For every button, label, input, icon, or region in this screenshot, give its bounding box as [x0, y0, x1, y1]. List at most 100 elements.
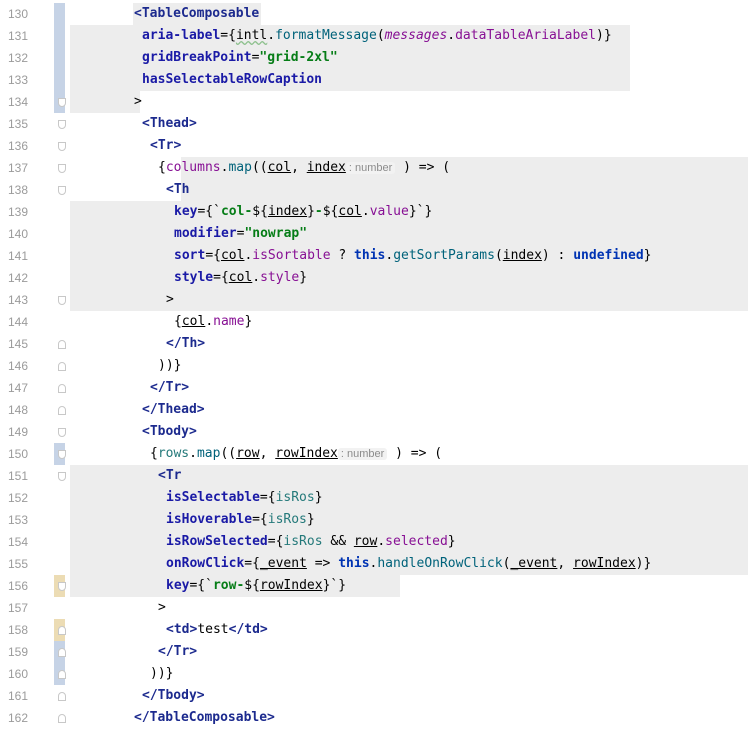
code-line[interactable]: > [134, 91, 142, 113]
line-number: 146 [7, 359, 28, 373]
code-line[interactable]: {columns.map((col, index: number ) => ( [158, 157, 450, 179]
code-line[interactable]: modifier="nowrap" [174, 223, 307, 245]
line-number: 151 [7, 469, 28, 483]
code-line[interactable]: {col.name} [174, 311, 252, 333]
code-line[interactable]: > [158, 597, 166, 619]
code-line[interactable]: <Thead> [142, 113, 197, 135]
fold-marker-icon[interactable] [58, 98, 66, 107]
fold-marker-icon[interactable] [58, 670, 66, 679]
code-line[interactable]: isRowSelected={isRos && row.selected} [166, 531, 456, 553]
code-token: </Th> [166, 336, 206, 351]
line-number-gutter: 130 131 132 133 134 135 136 137 138 139 140 141 142 1… [0, 0, 66, 734]
code-line[interactable]: isHoverable={isRos} [166, 509, 315, 531]
code-token: index [306, 160, 346, 175]
fold-marker-icon[interactable] [58, 450, 66, 459]
fold-marker-icon[interactable] [58, 384, 66, 393]
fold-marker-icon[interactable] [58, 406, 66, 415]
code-token: _event [259, 556, 307, 571]
code-line[interactable]: <Th [166, 179, 189, 201]
code-token: ( [376, 28, 385, 43]
code-line[interactable]: </Tbody> [142, 685, 205, 707]
fold-marker-icon[interactable] [58, 164, 66, 173]
code-token: => [306, 556, 339, 571]
code-line[interactable]: key={`row-${rowIndex}`} [166, 575, 346, 597]
code-line[interactable]: <Tr [158, 465, 181, 487]
code-line[interactable]: <Tr> [150, 135, 181, 157]
code-token: . [385, 248, 394, 263]
code-token: > [166, 292, 174, 307]
code-token: row [236, 446, 260, 461]
line-number: 139 [7, 205, 28, 219]
code-token: _event [510, 556, 558, 571]
line-number: 158 [7, 623, 28, 637]
code-token: rowIndex [573, 556, 636, 571]
fold-marker-icon[interactable] [58, 142, 66, 151]
fold-marker-icon[interactable] [58, 340, 66, 349]
code-token: rowIndex [275, 446, 338, 461]
code-line[interactable]: sort={col.isSortable ? this.getSortParam… [174, 245, 652, 267]
code-token: } [307, 204, 315, 219]
fold-marker-icon[interactable] [58, 648, 66, 657]
code-line[interactable]: key={`col-${index}-${col.value}`} [174, 201, 432, 223]
code-token: intl [235, 28, 268, 43]
code-line[interactable]: </Thead> [142, 399, 205, 421]
code-line[interactable]: </Tr> [150, 377, 189, 399]
code-token: row [353, 534, 378, 549]
code-line[interactable]: gridBreakPoint="grid-2xl" [142, 47, 338, 69]
fold-marker-icon[interactable] [58, 296, 66, 305]
code-token: formatMessage [275, 28, 377, 43]
fold-marker-icon[interactable] [58, 582, 66, 591]
line-number: 135 [7, 117, 28, 131]
code-token: selected [385, 534, 448, 549]
line-number: 156 [7, 579, 28, 593]
code-line[interactable]: aria-label={intl.formatMessage(messages.… [142, 25, 612, 47]
code-token: ={ [205, 248, 221, 263]
fold-marker-icon[interactable] [58, 472, 66, 481]
code-line[interactable]: > [166, 289, 174, 311]
code-line[interactable]: onRowClick={_event => this.handleOnRowCl… [166, 553, 651, 575]
code-token: this [354, 248, 386, 263]
code-line[interactable]: <td>test</td> [166, 619, 268, 641]
code-line[interactable]: ))} [150, 663, 173, 685]
code-token: } [314, 490, 323, 505]
code-token: isRowSelected [166, 534, 268, 549]
line-number: 160 [7, 667, 28, 681]
fold-marker-icon[interactable] [58, 714, 66, 723]
code-token: . [189, 446, 197, 461]
fold-marker-icon[interactable] [58, 362, 66, 371]
code-line[interactable]: isSelectable={isRos} [166, 487, 323, 509]
line-number: 149 [7, 425, 28, 439]
fold-marker-icon[interactable] [58, 692, 66, 701]
code-line[interactable]: style={col.style} [174, 267, 307, 289]
code-token: rows [157, 446, 190, 461]
code-line[interactable]: </TableComposable> [134, 707, 275, 729]
code-token: . [361, 204, 370, 219]
fold-marker-icon[interactable] [58, 120, 66, 129]
fold-marker-icon[interactable] [58, 626, 66, 635]
code-line[interactable]: {rows.map((row, rowIndex: number ) => ( [150, 443, 442, 465]
fold-marker-icon[interactable] [58, 428, 66, 437]
code-token: ={ [267, 534, 284, 549]
code-line[interactable]: hasSelectableRowCaption [142, 69, 322, 91]
code-token: gridBreakPoint [142, 50, 252, 65]
code-line[interactable]: </Tr> [158, 641, 197, 663]
code-token: </Tbody> [142, 688, 205, 703]
code-token: ={` [189, 578, 213, 593]
code-token: - [314, 204, 323, 219]
code-token: col [228, 270, 253, 285]
code-line[interactable]: ))} [158, 355, 181, 377]
code-line[interactable]: <Tbody> [142, 421, 197, 443]
code-token: aria-label [142, 28, 221, 43]
code-token: modifier [174, 226, 237, 241]
code-token: "nowrap" [244, 226, 308, 241]
code-token: . [447, 28, 456, 43]
line-number: 145 [7, 337, 28, 351]
code-line[interactable]: <TableComposable [134, 3, 259, 25]
code-token: sort [174, 248, 206, 263]
code-token: ) => ( [387, 446, 443, 461]
code-line[interactable]: </Th> [166, 333, 205, 355]
vcs-change-marker[interactable] [54, 3, 65, 113]
code-token: <TableComposable [134, 6, 260, 21]
line-highlight [181, 179, 748, 201]
fold-marker-icon[interactable] [58, 186, 66, 195]
